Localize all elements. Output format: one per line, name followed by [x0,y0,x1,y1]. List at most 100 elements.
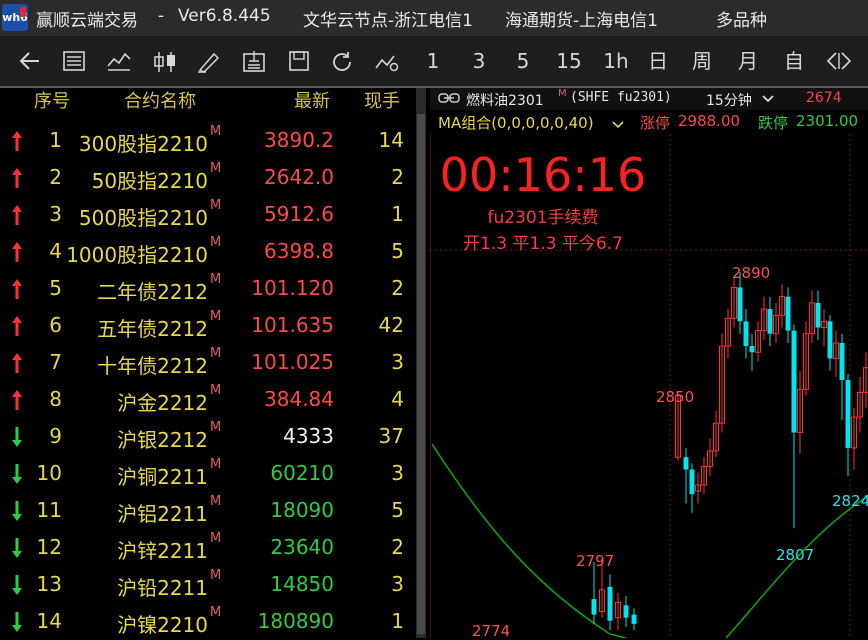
period-dropdown[interactable]: 15分钟 [706,90,752,110]
table-row[interactable]: 5二年债2212M101.1202 [0,270,416,307]
limit-up-value: 2988.00 [678,112,740,130]
column-header-no[interactable]: 序号 [34,88,70,116]
table-row[interactable]: 6五年债2212M101.63542 [0,307,416,344]
candlestick-icon[interactable] [148,45,182,77]
broker-line[interactable]: 海通期货-上海电信1 [505,6,658,31]
left-right-arrows-icon[interactable] [824,45,854,77]
refresh-icon[interactable] [326,45,358,77]
period-week[interactable]: 周 [688,45,716,77]
ma-combo-label[interactable]: MA组合(0,0,0,0,0,40) [438,112,594,133]
row-number: 1 [30,128,62,152]
column-header-last[interactable]: 最新 [294,88,330,116]
arrow-up-icon [10,315,24,337]
column-header-volume[interactable]: 现手 [364,88,400,116]
candle-body-down [738,287,743,321]
arrow-down-icon [10,611,24,633]
candle-body-down [608,587,613,621]
table-row[interactable]: 250股指2210M2642.02 [0,159,416,196]
line-chart-icon[interactable] [102,45,136,77]
countdown-timer: 00:16:16 [430,148,656,202]
last-price: 2674 [806,90,842,106]
table-row[interactable]: 11沪铝2211M180905 [0,492,416,529]
current-volume: 37 [340,424,404,448]
contract-name: 二年债2212 [62,276,208,305]
last-price: 18090 [220,498,334,522]
period-5min[interactable]: 5 [510,45,536,77]
period-month[interactable]: 月 [734,45,762,77]
save-icon[interactable] [284,45,314,77]
candle-body-down [750,346,755,352]
period-1hour[interactable]: 1h [600,45,632,77]
chart-header: 燃料油2301 M (SHFE fu2301) 15分钟 2674 [430,88,868,110]
app-logo-icon: wh6 [2,4,28,31]
candle-body-down [684,457,689,469]
arrow-down-icon [10,426,24,448]
server-node[interactable]: 文华云节点-浙江电信1 [303,6,473,31]
candle-body-down [792,331,797,433]
candle-body-down [624,605,629,617]
last-price: 3890.2 [220,128,334,152]
row-number: 3 [30,202,62,226]
candle-body-down [828,321,833,358]
last-price: 2642.0 [220,165,334,189]
contract-name: 1000股指2210 [62,239,208,268]
arrow-up-icon [10,241,24,263]
table-row[interactable]: 12沪锌2211M236402 [0,529,416,566]
order-panel-icon[interactable] [238,45,270,77]
current-volume: 5 [340,239,404,263]
table-row[interactable]: 10沪铜2211M602103 [0,455,416,492]
quote-list-icon[interactable] [58,45,90,77]
fee-detail: 开1.3 平1.3 平今6.7 [430,231,656,257]
ma-chevron-down-icon[interactable] [612,116,624,134]
current-volume: 2 [340,165,404,189]
scrollbar-thumb[interactable] [417,114,425,634]
period-1min[interactable]: 1 [420,45,446,77]
chevron-down-icon[interactable] [762,92,774,108]
current-volume: 42 [340,313,404,337]
table-row[interactable]: 9沪银2212M433337 [0,418,416,455]
period-3min[interactable]: 3 [466,45,492,77]
arrow-up-icon [10,278,24,300]
vertical-scrollbar[interactable] [416,88,426,638]
period-15min[interactable]: 15 [552,45,586,77]
table-row[interactable]: 1300股指2210M3890.214 [0,122,416,159]
table-row[interactable]: 8沪金2212M384.844 [0,381,416,418]
current-volume: 3 [340,461,404,485]
price-annotation: 2890 [732,264,770,282]
period-day[interactable]: 日 [644,45,672,77]
column-header-name[interactable]: 合约名称 [124,88,196,116]
period-custom[interactable]: 自 [780,45,808,77]
table-row[interactable]: 13沪铅2211M148503 [0,566,416,603]
indicator-bar: MA组合(0,0,0,0,0,40) 涨停 2988.00 跌停 2301.00 [430,110,868,134]
arrow-up-icon [10,352,24,374]
table-row[interactable]: 3500股指2210M5912.61 [0,196,416,233]
candle-body-down [816,303,821,328]
last-price: 384.84 [220,387,334,411]
candle-body-down [786,297,791,331]
ma-40-line [432,444,868,638]
last-price: 101.025 [220,350,334,374]
contract-name: 沪锌2211 [62,535,208,564]
table-row[interactable]: 7十年债2212M101.0253 [0,344,416,381]
contract-name: 沪铅2211 [62,572,208,601]
arrow-down-icon [10,537,24,559]
candle-body-down [592,599,597,614]
table-row[interactable]: 14沪镍2210M1808901 [0,603,416,640]
last-price: 101.635 [220,313,334,337]
title-separator: - [158,6,164,26]
contract-name: 沪金2212 [62,387,208,416]
price-annotation: 2807 [776,546,814,564]
last-price: 101.120 [220,276,334,300]
drawing-tool-icon[interactable] [192,45,226,77]
indicator-settings-icon[interactable] [370,45,404,77]
arrow-up-icon [10,389,24,411]
mode-label[interactable]: 多品种 [716,6,767,31]
contract-name[interactable]: 燃料油2301 [466,90,544,110]
link-icon[interactable] [438,91,460,109]
toolbar: 1 3 5 15 1h 日 周 月 自 [0,36,868,86]
arrow-up-icon [10,130,24,152]
last-price: 14850 [220,572,334,596]
table-row[interactable]: 41000股指2210M6398.85 [0,233,416,270]
back-arrow-icon[interactable] [14,45,46,77]
row-number: 6 [30,313,62,337]
